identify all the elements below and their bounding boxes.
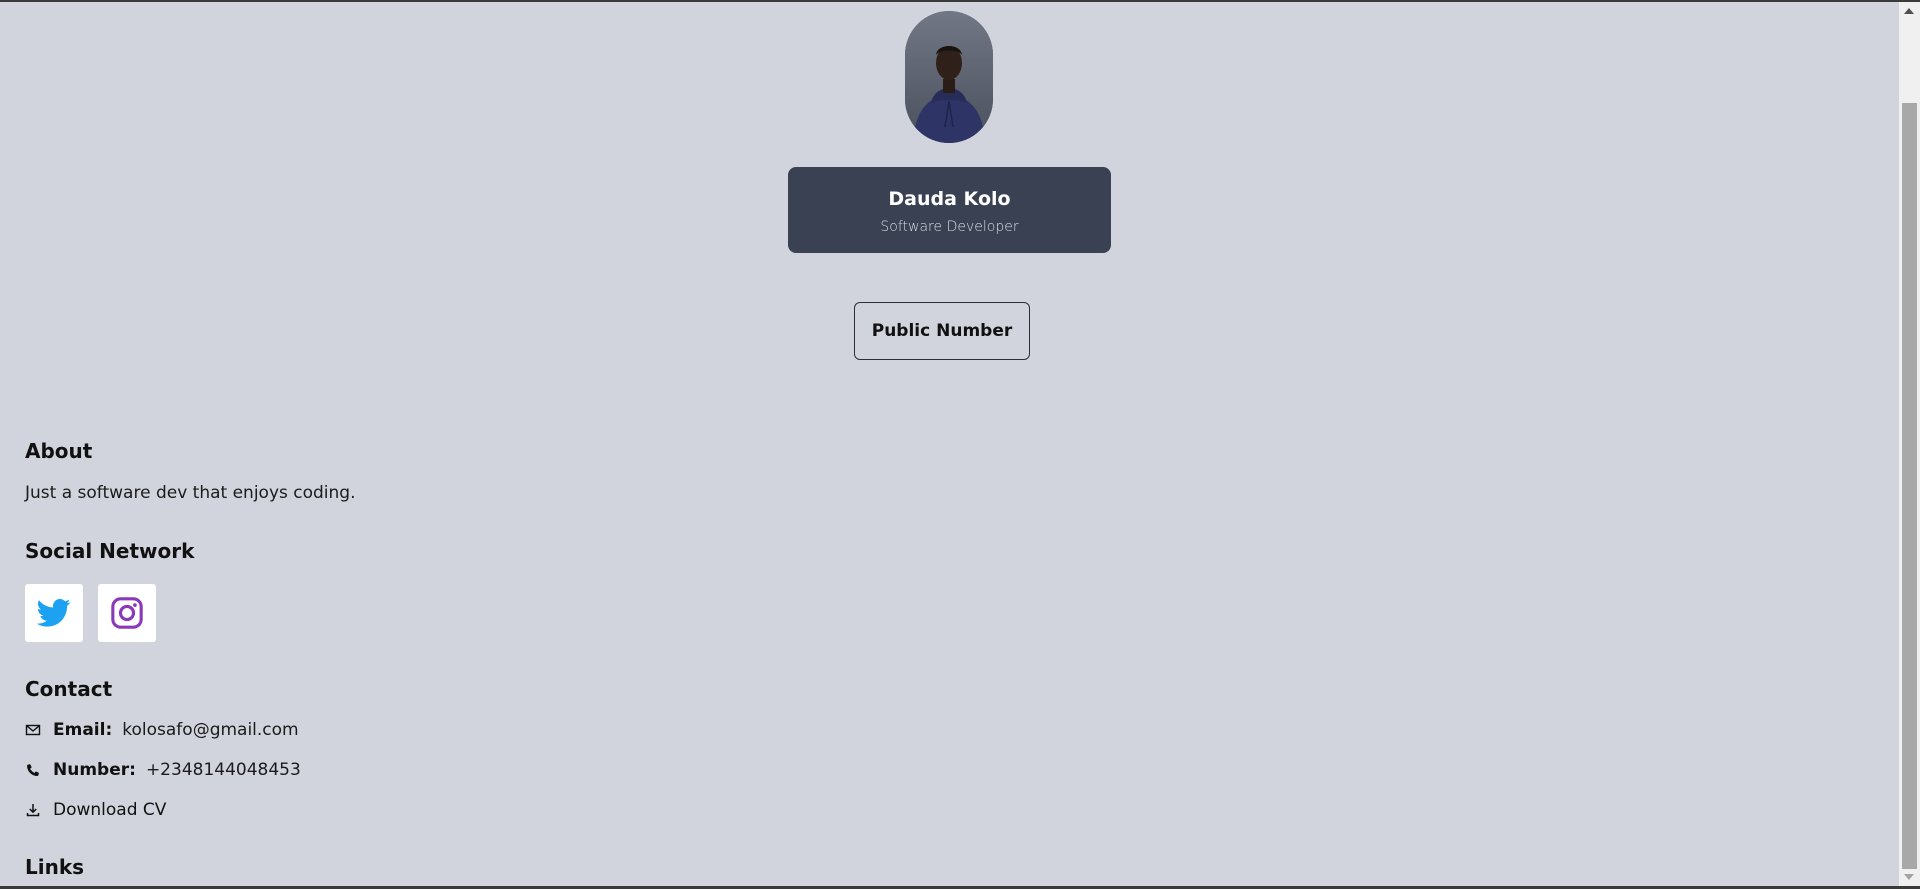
social-network-heading: Social Network	[25, 539, 195, 563]
social-links	[25, 584, 156, 642]
contact-heading: Contact	[25, 677, 113, 701]
avatar	[905, 11, 993, 143]
contact-email-row: Email: kolosafo@gmail.com	[25, 720, 299, 740]
profile-role: Software Developer	[880, 218, 1019, 235]
profile-photo	[905, 11, 993, 143]
number-label: Number:	[53, 760, 136, 780]
vertical-scrollbar[interactable]	[1899, 2, 1920, 886]
instagram-button[interactable]	[98, 584, 156, 642]
download-cv-link[interactable]: Download CV	[53, 800, 166, 820]
scroll-up-arrow-icon[interactable]	[1904, 8, 1914, 14]
mail-icon	[25, 722, 41, 738]
download-cv-row: Download CV	[25, 800, 166, 820]
download-icon	[25, 802, 41, 818]
twitter-button[interactable]	[25, 584, 83, 642]
profile-name: Dauda Kolo	[888, 187, 1011, 210]
instagram-icon	[111, 597, 143, 629]
scrollbar-thumb[interactable]	[1902, 103, 1917, 869]
phone-icon	[25, 762, 41, 778]
email-value[interactable]: kolosafo@gmail.com	[122, 720, 298, 740]
about-text: Just a software dev that enjoys coding.	[25, 483, 356, 503]
twitter-icon	[37, 598, 71, 627]
about-heading: About	[25, 439, 93, 463]
scroll-down-arrow-icon[interactable]	[1904, 874, 1914, 880]
profile-page: Dauda Kolo Software Developer Public Num…	[0, 2, 1899, 886]
number-value[interactable]: +2348144048453	[146, 760, 301, 780]
links-heading: Links	[25, 855, 85, 879]
profile-card: Dauda Kolo Software Developer	[788, 167, 1111, 253]
contact-number-row: Number: +2348144048453	[25, 760, 301, 780]
email-label: Email:	[53, 720, 113, 740]
public-number-button[interactable]: Public Number	[854, 302, 1030, 360]
